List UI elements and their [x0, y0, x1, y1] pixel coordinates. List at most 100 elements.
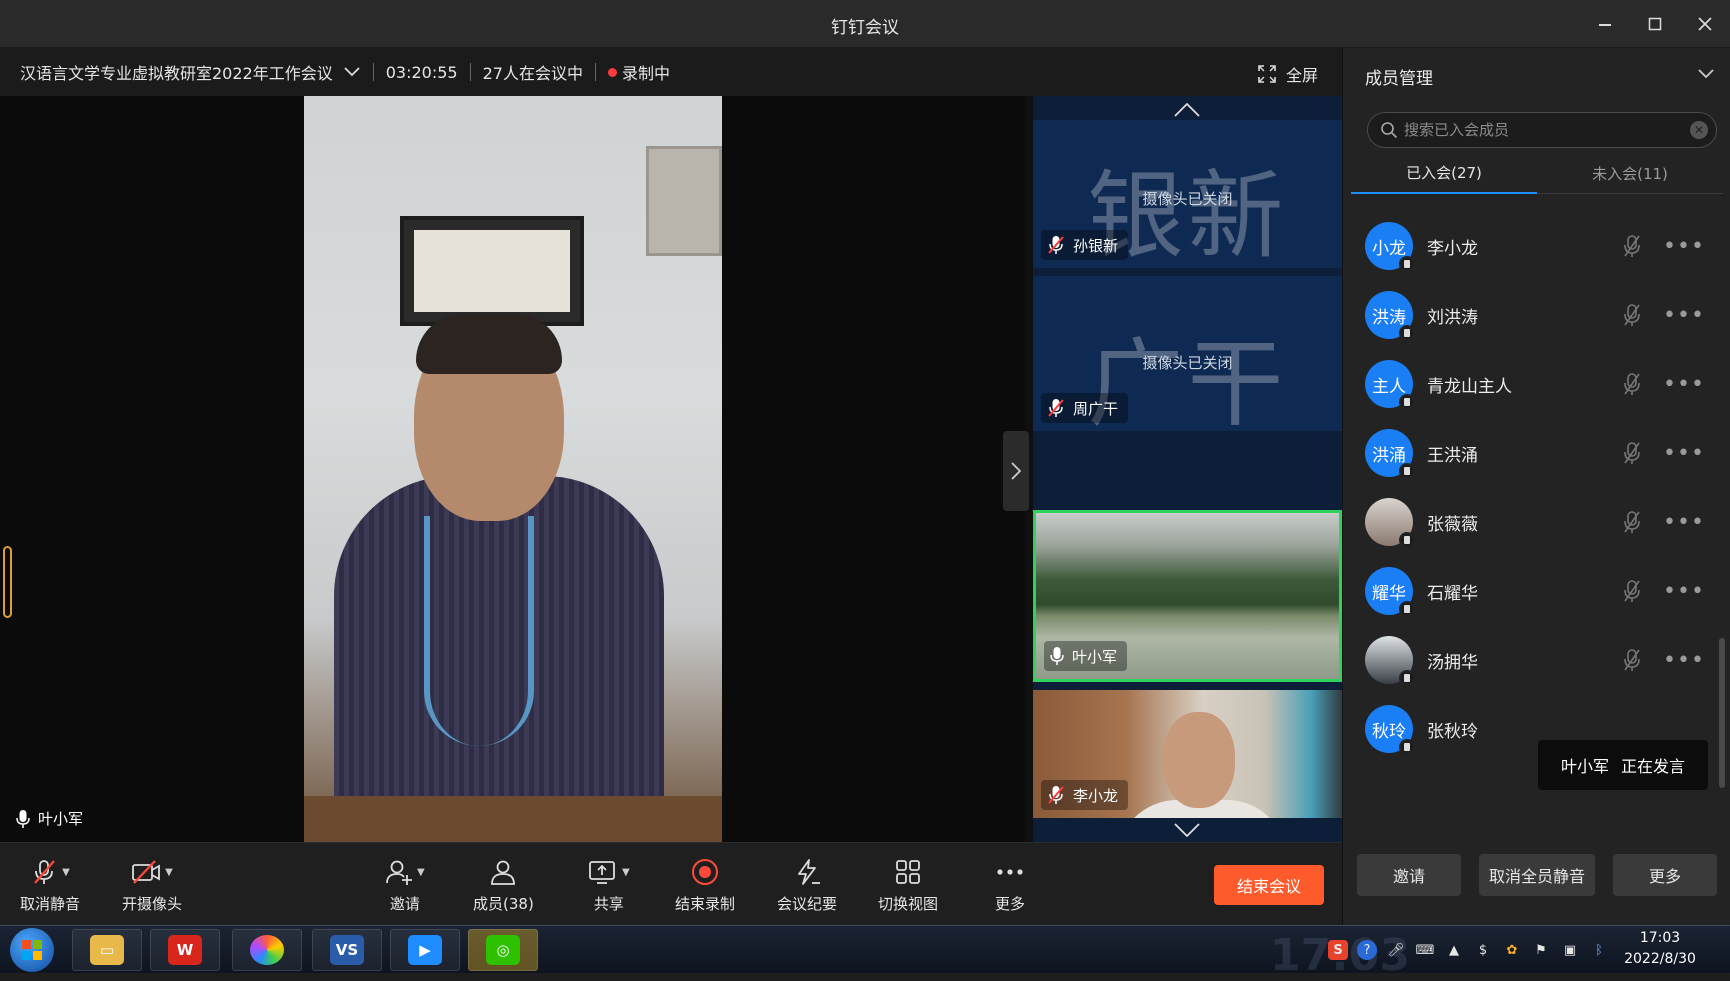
member-name: 青龙山主人 — [1427, 376, 1512, 397]
fullscreen-icon — [1258, 65, 1276, 83]
invite-button[interactable]: ▼ 邀请 — [385, 857, 425, 919]
panel-more-button[interactable]: 更多 — [1613, 854, 1717, 896]
member-search-input[interactable] — [1404, 121, 1674, 139]
avatar: 秋玲 — [1365, 705, 1415, 755]
maximize-icon — [1648, 17, 1662, 31]
member-list-scrollbar[interactable] — [1719, 638, 1725, 788]
unmute-button[interactable]: ▼ 取消静音 — [20, 857, 80, 919]
camera-off-icon — [132, 860, 161, 884]
panel-invite-button[interactable]: 邀请 — [1357, 854, 1461, 896]
start-button[interactable] — [10, 928, 54, 972]
member-item[interactable]: 主人 青龙山主人 ••• — [1343, 346, 1730, 422]
caret-down-icon[interactable]: ▼ — [165, 867, 173, 878]
camera-off-text: 摄像头已关闭 — [1142, 190, 1233, 208]
close-button[interactable] — [1690, 10, 1720, 38]
muted-microphone-icon[interactable] — [1621, 439, 1643, 467]
muted-microphone-icon[interactable] — [1621, 370, 1643, 398]
caret-down-icon[interactable]: ▼ — [417, 867, 425, 878]
member-more-icon[interactable]: ••• — [1663, 579, 1704, 604]
end-meeting-button[interactable]: 结束会议 — [1214, 865, 1324, 905]
minimize-button[interactable] — [1590, 10, 1620, 38]
minimize-icon — [1599, 24, 1611, 26]
device-icon — [1399, 463, 1415, 479]
fullscreen-button[interactable]: 全屏 — [1258, 62, 1318, 86]
share-button[interactable]: ▼ 共享 — [588, 857, 630, 919]
member-item[interactable]: 汤拥华 ••• — [1343, 622, 1730, 698]
meeting-minutes-button[interactable]: 会议纪要 — [777, 857, 837, 919]
participant-tile[interactable]: 广干 摄像头已关闭 周广干 — [1033, 276, 1342, 431]
taskbar-app-vs[interactable]: VS — [312, 929, 382, 971]
member-item[interactable]: 张薇薇 ••• — [1343, 484, 1730, 560]
search-icon — [1380, 121, 1398, 139]
member-name: 李小龙 — [1427, 238, 1478, 259]
member-item[interactable]: 洪涌 王洪涌 ••• — [1343, 415, 1730, 491]
taskbar-app-dingtalk-meeting[interactable]: ▶ — [390, 929, 460, 971]
muted-microphone-icon[interactable] — [1621, 301, 1643, 329]
caret-down-icon[interactable]: ▼ — [622, 867, 630, 878]
member-tabs: 已入会(27) 未入会(11) — [1351, 152, 1723, 194]
taskbar-app-wechat[interactable]: ◎ — [468, 929, 538, 971]
device-icon — [1399, 256, 1415, 272]
tile-label: 叶小军 — [1044, 641, 1128, 671]
member-item[interactable]: 耀华 石耀华 ••• — [1343, 553, 1730, 629]
caret-down-icon[interactable]: ▼ — [62, 867, 70, 878]
qq-icon[interactable]: ✿ — [1502, 940, 1522, 960]
participant-tile[interactable]: 李小龙 — [1033, 690, 1342, 818]
recording-status: 录制中 — [621, 64, 670, 83]
muted-microphone-icon[interactable] — [1621, 508, 1643, 536]
close-icon — [1698, 17, 1712, 31]
member-more-icon[interactable]: ••• — [1663, 441, 1704, 466]
member-more-icon[interactable]: ••• — [1663, 372, 1704, 397]
muted-microphone-icon[interactable] — [1621, 232, 1643, 260]
camera-label: 开摄像头 — [122, 895, 183, 913]
bluetooth-icon[interactable]: ᛒ — [1589, 940, 1609, 960]
meeting-title[interactable]: 汉语言文学专业虚拟教研室2022年工作会议 — [20, 60, 333, 84]
help-icon[interactable]: ? — [1357, 940, 1377, 960]
muted-microphone-icon — [1048, 236, 1064, 254]
tab-not-joined[interactable]: 未入会(11) — [1537, 152, 1723, 194]
tray-expand-icon[interactable]: ▲ — [1444, 940, 1464, 960]
system-clock[interactable]: 17:03 2022/8/30 — [1610, 928, 1710, 970]
network-icon[interactable]: ▣ — [1560, 940, 1580, 960]
member-name: 汤拥华 — [1427, 652, 1478, 673]
share-label: 共享 — [593, 895, 624, 913]
collapse-panel-button[interactable] — [1694, 62, 1718, 86]
meeting-info-bar: 汉语言文学专业虚拟教研室2022年工作会议 03:20:55 27人在会议中 录… — [0, 48, 1342, 96]
chevron-down-icon[interactable] — [343, 63, 361, 81]
keyboard-icon[interactable]: ⌨︎ — [1415, 940, 1435, 960]
thumbnails-scroll-down[interactable] — [1163, 818, 1211, 842]
switch-view-button[interactable]: 切换视图 — [878, 857, 938, 919]
taskbar-app-wps[interactable]: W — [150, 929, 220, 971]
thumbnails-scroll-up[interactable] — [1163, 98, 1211, 122]
tile-name: 李小龙 — [1073, 786, 1119, 805]
sogou-ime-icon[interactable]: S — [1328, 940, 1348, 960]
microphone-icon — [16, 809, 30, 828]
meeting-toolbar: ▼ 取消静音 ▼ 开摄像头 ▼ 邀请 成员(38) ▼ 共享 结束录制 会议纪要… — [0, 842, 1342, 925]
member-more-icon[interactable]: ••• — [1663, 234, 1704, 259]
member-more-icon[interactable]: ••• — [1663, 510, 1704, 535]
member-item[interactable]: 洪涛 刘洪涛 ••• — [1343, 277, 1730, 353]
tab-joined[interactable]: 已入会(27) — [1351, 152, 1537, 194]
stop-recording-button[interactable]: 结束录制 — [675, 857, 735, 919]
members-button[interactable]: 成员(38) — [473, 857, 534, 919]
muted-microphone-icon[interactable] — [1621, 646, 1643, 674]
member-more-icon[interactable]: ••• — [1663, 648, 1704, 673]
taskbar-app-file-explorer[interactable]: ▭ — [72, 929, 142, 971]
taskbar-app-browser[interactable] — [232, 929, 302, 971]
unmute-all-button[interactable]: 取消全员静音 — [1479, 854, 1595, 896]
member-item[interactable]: 小龙 李小龙 ••• — [1343, 208, 1730, 284]
currency-icon[interactable]: $ — [1473, 940, 1493, 960]
more-button[interactable]: 更多 — [995, 857, 1025, 919]
participant-tile-active[interactable]: 叶小军 — [1033, 510, 1342, 682]
muted-microphone-icon[interactable] — [1621, 577, 1643, 605]
clear-search-icon[interactable]: ✕ — [1690, 121, 1708, 139]
collapse-thumbnails-button[interactable] — [1003, 431, 1029, 511]
device-icon — [1399, 739, 1415, 755]
microphone-icon[interactable]: 🎤︎ — [1386, 940, 1406, 960]
meeting-duration: 03:20:55 — [385, 62, 458, 82]
maximize-button[interactable] — [1640, 10, 1670, 38]
camera-button[interactable]: ▼ 开摄像头 — [122, 857, 182, 919]
participant-tile[interactable]: 银新 摄像头已关闭 孙银新 — [1033, 120, 1342, 268]
flag-icon[interactable]: ⚑ — [1531, 940, 1551, 960]
member-more-icon[interactable]: ••• — [1663, 303, 1704, 328]
